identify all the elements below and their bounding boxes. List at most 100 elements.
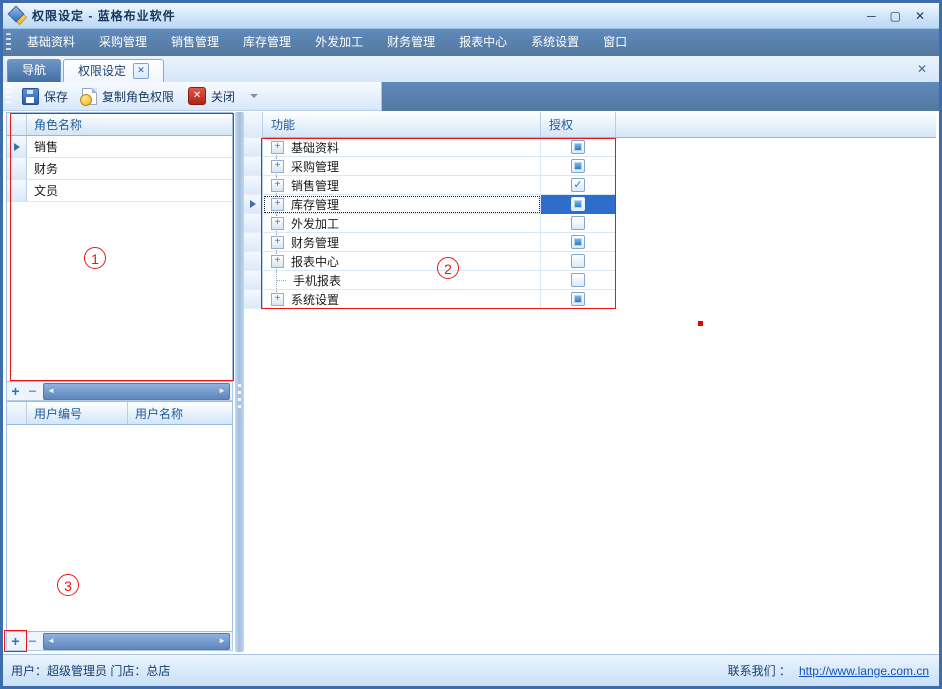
tab-navigation-label: 导航 [22, 63, 46, 77]
website-link[interactable]: http://www.lange.com.cn [799, 664, 929, 678]
role-name-cell[interactable]: 财务 [27, 158, 232, 179]
add-user-button[interactable]: + [7, 633, 24, 649]
user-name-column-header[interactable]: 用户名称 [128, 402, 232, 424]
toolbar-dropdown-icon[interactable] [250, 94, 258, 98]
expand-icon[interactable]: + [271, 160, 284, 173]
auth-checkbox[interactable] [571, 216, 585, 230]
auth-cell[interactable] [541, 233, 616, 252]
row-indicator [244, 271, 263, 290]
scroll-right-icon[interactable]: ► [218, 637, 226, 645]
function-label: 采购管理 [284, 158, 339, 175]
function-cell[interactable]: +采购管理 [263, 157, 541, 176]
function-cell[interactable]: +财务管理 [263, 233, 541, 252]
remove-user-button[interactable]: − [24, 633, 41, 649]
tree-row-basic-data[interactable]: +基础资料 [244, 138, 936, 157]
remove-role-button[interactable]: − [24, 383, 41, 399]
tree-row-mobile-reports[interactable]: 手机报表 [244, 271, 936, 290]
menu-settings[interactable]: 系统设置 [519, 29, 591, 56]
expand-icon[interactable]: + [271, 179, 284, 192]
tab-close-icon[interactable]: ✕ [133, 63, 149, 79]
panel-splitter[interactable] [235, 112, 244, 652]
menu-sales[interactable]: 销售管理 [159, 29, 231, 56]
tree-row-outsourcing[interactable]: +外发加工 [244, 214, 936, 233]
auth-checkbox[interactable] [571, 254, 585, 268]
auth-checkbox[interactable] [571, 140, 585, 154]
expand-icon[interactable]: + [271, 236, 284, 249]
menu-outsourcing[interactable]: 外发加工 [303, 29, 375, 56]
save-icon [22, 88, 39, 105]
auth-cell[interactable] [541, 271, 616, 290]
auth-cell[interactable] [541, 214, 616, 233]
role-grid-hscrollbar[interactable]: ◄ ► [43, 383, 230, 400]
expand-icon[interactable]: + [271, 217, 284, 230]
role-name-cell[interactable]: 销售 [27, 136, 232, 157]
scroll-left-icon[interactable]: ◄ [47, 387, 55, 395]
tree-row-purchase[interactable]: +采购管理 [244, 157, 936, 176]
save-button[interactable]: 保存 [15, 86, 75, 107]
expand-icon[interactable]: + [271, 293, 284, 306]
function-column-header[interactable]: 功能 [263, 112, 541, 138]
expand-icon[interactable]: + [271, 255, 284, 268]
function-cell-focused[interactable]: +库存管理 [263, 195, 541, 214]
tree-row-system-settings[interactable]: +系统设置 [244, 290, 936, 309]
auth-cell[interactable] [541, 252, 616, 271]
scroll-right-icon[interactable]: ► [218, 387, 226, 395]
function-cell[interactable]: +外发加工 [263, 214, 541, 233]
tabstrip-close-icon[interactable]: ✕ [917, 62, 939, 76]
expand-icon[interactable]: + [271, 141, 284, 154]
tab-permission-settings[interactable]: 权限设定 ✕ [63, 59, 164, 82]
function-cell[interactable]: +销售管理 [263, 176, 541, 195]
auth-column-header[interactable]: 授权 [541, 112, 616, 138]
role-row-sales[interactable]: 销售 [7, 136, 232, 158]
menu-window[interactable]: 窗口 [591, 29, 639, 56]
auth-cell[interactable] [541, 138, 616, 157]
function-cell[interactable]: +基础资料 [263, 138, 541, 157]
auth-cell[interactable] [541, 157, 616, 176]
contact-label: 联系我们 ： [728, 662, 791, 679]
close-button[interactable]: ✕ [915, 10, 925, 22]
auth-cell-selected[interactable] [541, 195, 616, 214]
role-grid-navigator: + − ◄ ► [6, 382, 233, 401]
auth-checkbox[interactable] [571, 292, 585, 306]
tree-row-sales[interactable]: +销售管理 [244, 176, 936, 195]
maximize-button[interactable]: ▢ [890, 10, 901, 22]
tree-row-inventory[interactable]: +库存管理 [244, 195, 936, 214]
close-tab-button[interactable]: ✕ 关闭 [181, 85, 242, 107]
auth-checkbox[interactable] [571, 235, 585, 249]
row-indicator [244, 290, 263, 309]
user-id-column-header[interactable]: 用户编号 [27, 402, 128, 424]
current-row-indicator [244, 195, 263, 214]
auth-cell[interactable] [541, 176, 616, 195]
auth-checkbox[interactable] [571, 273, 585, 287]
header-filler [616, 112, 936, 138]
auth-checkbox[interactable] [571, 197, 585, 211]
menu-purchase[interactable]: 采购管理 [87, 29, 159, 56]
auth-checkbox[interactable] [571, 159, 585, 173]
menu-inventory[interactable]: 库存管理 [231, 29, 303, 56]
expand-icon[interactable]: + [271, 198, 284, 211]
auth-cell[interactable] [541, 290, 616, 309]
minimize-button[interactable]: ─ [867, 10, 876, 22]
menu-reports[interactable]: 报表中心 [447, 29, 519, 56]
tab-navigation[interactable]: 导航 [7, 59, 61, 82]
user-store-info: 用户：超级管理员 门店：总店 [3, 662, 170, 679]
function-cell[interactable]: +报表中心 [263, 252, 541, 271]
copy-role-permissions-button[interactable]: 复制角色权限 [75, 86, 181, 107]
function-cell[interactable]: 手机报表 [263, 271, 541, 290]
role-row-finance[interactable]: 财务 [7, 158, 232, 180]
leaf-connector [277, 280, 286, 281]
role-name-cell[interactable]: 文员 [27, 180, 232, 201]
function-indicator-header [244, 112, 263, 139]
add-role-button[interactable]: + [7, 383, 24, 399]
user-grid-hscrollbar[interactable]: ◄ ► [43, 633, 230, 650]
menu-basic-data[interactable]: 基础资料 [15, 29, 87, 56]
function-cell[interactable]: +系统设置 [263, 290, 541, 309]
menu-finance[interactable]: 财务管理 [375, 29, 447, 56]
role-row-clerk[interactable]: 文员 [7, 180, 232, 202]
auth-checkbox[interactable] [571, 178, 585, 192]
scroll-left-icon[interactable]: ◄ [47, 637, 55, 645]
role-name-column-header[interactable]: 角色名称 [27, 116, 82, 133]
function-label: 外发加工 [284, 215, 339, 232]
tree-row-finance[interactable]: +财务管理 [244, 233, 936, 252]
tree-row-reports[interactable]: +报表中心 [244, 252, 936, 271]
